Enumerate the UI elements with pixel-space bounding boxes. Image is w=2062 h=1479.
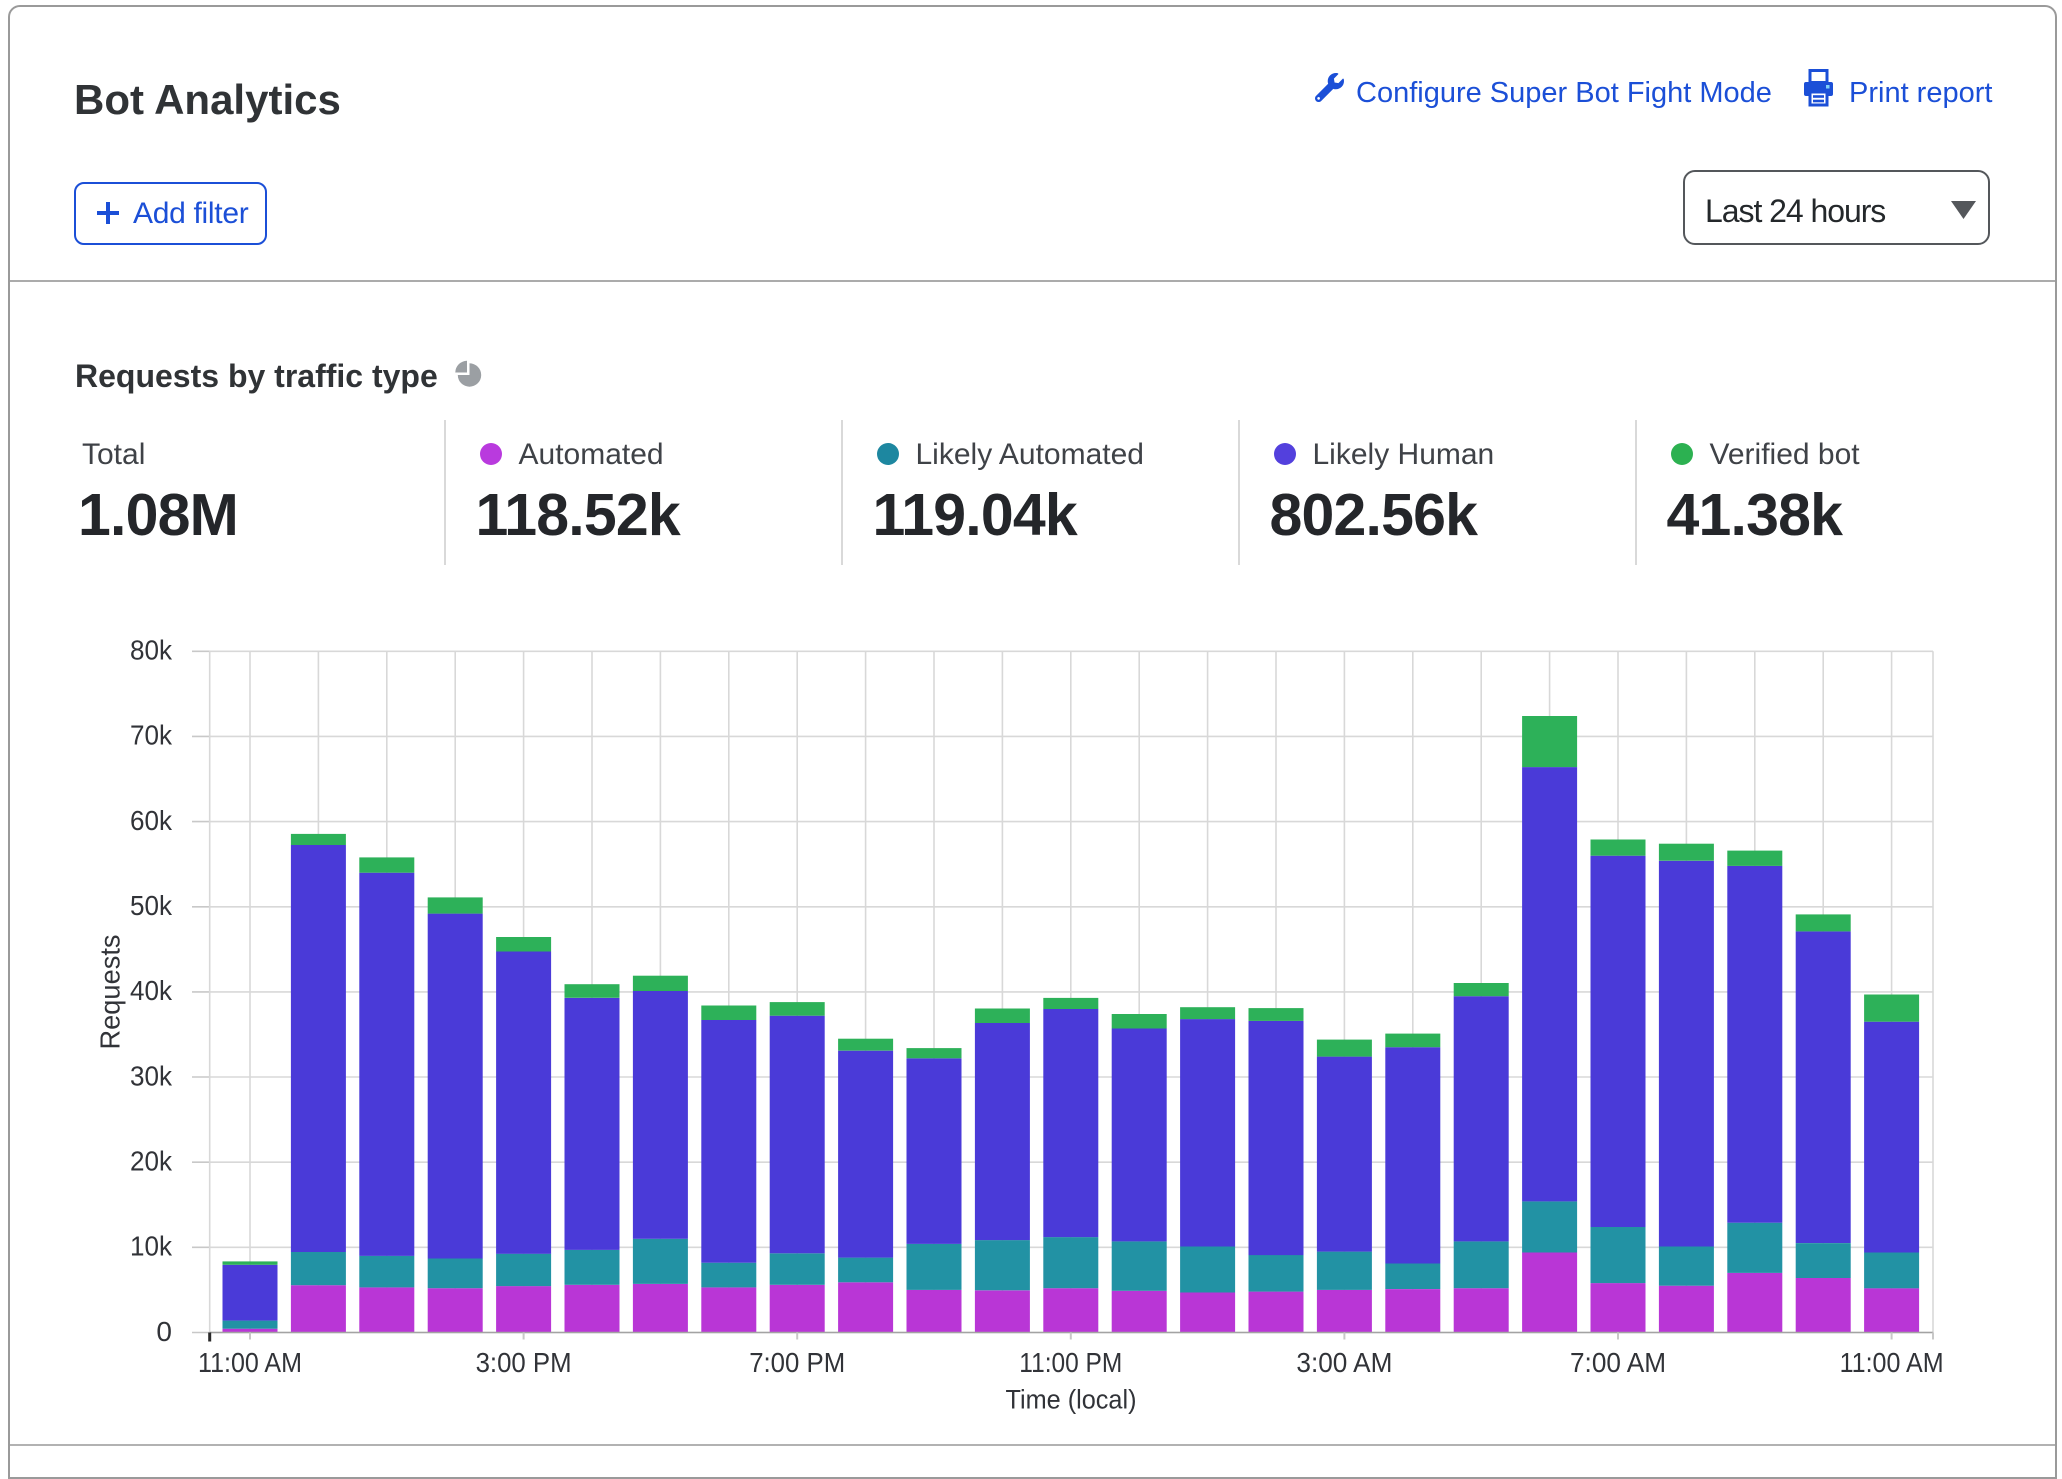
svg-text:Time (local): Time (local) (1006, 1385, 1137, 1415)
svg-text:7:00 AM: 7:00 AM (1570, 1347, 1666, 1378)
svg-text:10k: 10k (130, 1231, 173, 1262)
svg-text:3:00 AM: 3:00 AM (1296, 1347, 1392, 1378)
svg-text:0: 0 (156, 1316, 172, 1347)
svg-text:7:00 PM: 7:00 PM (749, 1347, 845, 1378)
svg-text:60k: 60k (130, 805, 173, 836)
svg-text:3:00 PM: 3:00 PM (476, 1347, 572, 1378)
svg-text:20k: 20k (130, 1146, 173, 1177)
svg-text:80k: 80k (130, 635, 173, 666)
svg-text:11:00 PM: 11:00 PM (1019, 1347, 1122, 1378)
svg-text:40k: 40k (130, 975, 173, 1006)
svg-text:30k: 30k (130, 1060, 173, 1091)
svg-text:11:00 AM: 11:00 AM (1840, 1347, 1944, 1378)
svg-text:70k: 70k (130, 720, 173, 751)
svg-text:11:00 AM: 11:00 AM (198, 1347, 302, 1378)
svg-text:Requests: Requests (95, 935, 126, 1050)
svg-text:50k: 50k (130, 890, 173, 921)
